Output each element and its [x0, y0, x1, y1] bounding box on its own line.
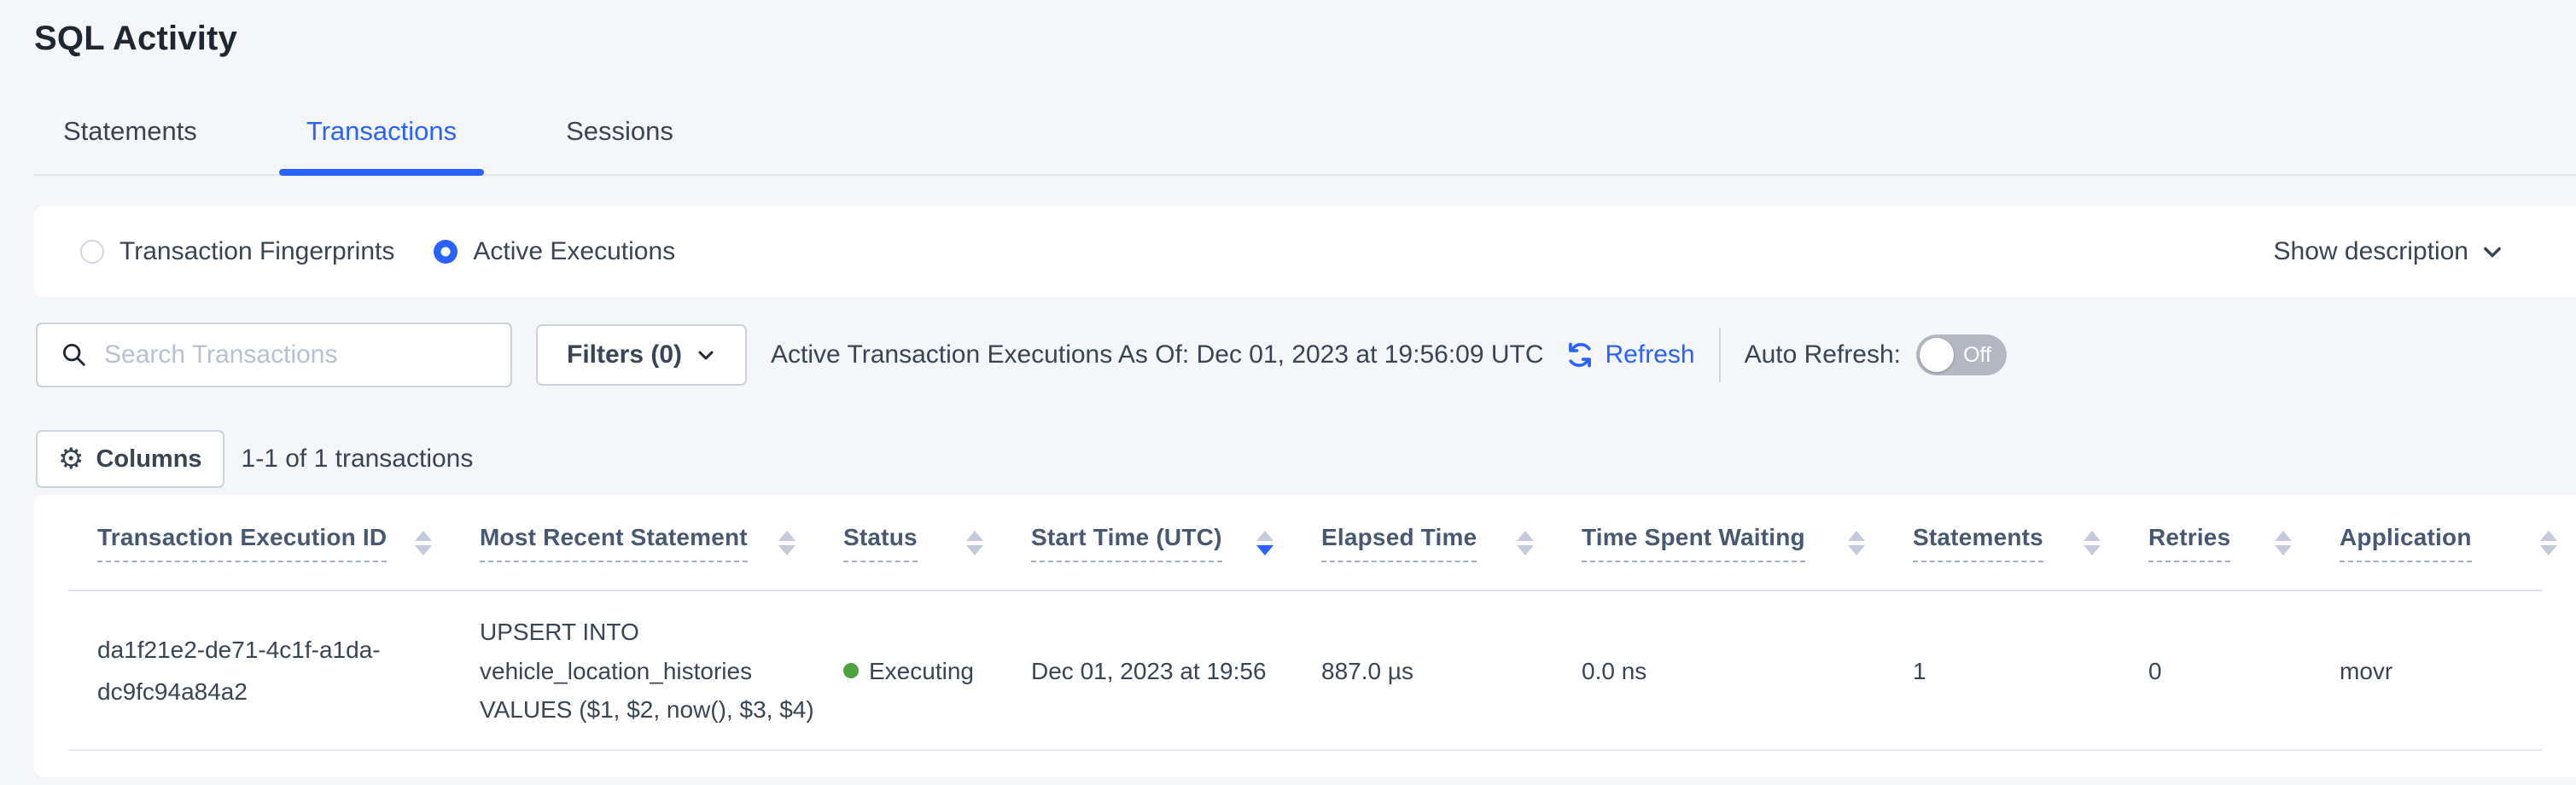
sort-icon[interactable] — [1517, 531, 1534, 555]
result-count: 1-1 of 1 transactions — [242, 445, 474, 474]
cell-time-spent-waiting: 0.0 ns — [1582, 652, 1913, 690]
column-header-status[interactable]: Status — [843, 524, 1031, 562]
column-header-label: Elapsed Time — [1321, 524, 1477, 562]
cell-most-recent-statement: UPSERT INTO vehicle_location_histories V… — [480, 613, 843, 729]
chevron-down-icon — [2480, 240, 2504, 264]
cell-start-time: Dec 01, 2023 at 19:56 — [1031, 652, 1321, 690]
column-header-label: Retries — [2148, 524, 2230, 562]
column-header-transaction-execution-id[interactable]: Transaction Execution ID — [97, 524, 480, 562]
column-header-label: Time Spent Waiting — [1582, 524, 1805, 562]
search-input[interactable] — [104, 340, 493, 369]
refresh-label: Refresh — [1606, 340, 1695, 369]
sort-icon[interactable] — [2540, 531, 2557, 555]
statement-value: UPSERT INTO vehicle_location_histories V… — [480, 613, 825, 729]
radio-transaction-fingerprints[interactable]: Transaction Fingerprints — [80, 237, 394, 266]
column-header-most-recent-statement[interactable]: Most Recent Statement — [480, 524, 843, 562]
cell-status: Executing — [843, 652, 1031, 690]
refresh-button[interactable]: Refresh — [1565, 340, 1695, 370]
column-header-label: Transaction Execution ID — [97, 524, 387, 562]
column-header-application[interactable]: Application — [2340, 524, 2576, 562]
tab-statements-label: Statements — [63, 116, 197, 147]
column-header-label: Status — [843, 524, 918, 562]
column-header-label: Application — [2340, 524, 2472, 562]
tab-transactions[interactable]: Transactions — [279, 89, 484, 174]
toolbar: Filters (0) Active Transaction Execution… — [34, 323, 2576, 387]
radio-unchecked-icon[interactable] — [80, 240, 104, 264]
tab-sessions-label: Sessions — [566, 116, 673, 147]
toolbar-divider — [1719, 328, 1721, 382]
radio-active-executions-label: Active Executions — [473, 237, 675, 266]
cell-retries: 0 — [2148, 652, 2340, 690]
table-controls: ⚙ Columns 1-1 of 1 transactions — [34, 430, 2576, 488]
auto-refresh-toggle[interactable]: Off — [1916, 334, 2007, 375]
sort-icon[interactable] — [966, 531, 983, 555]
columns-button-label: Columns — [96, 445, 201, 474]
sort-icon[interactable] — [778, 531, 796, 555]
cell-elapsed-time: 887.0 µs — [1321, 652, 1582, 690]
table-row[interactable]: da1f21e2-de71-4c1f-a1da-dc9fc94a84a2 UPS… — [34, 591, 2576, 751]
sql-activity-page: SQL Activity Statements Transactions Ses… — [0, 0, 2576, 785]
cell-transaction-execution-id: da1f21e2-de71-4c1f-a1da-dc9fc94a84a2 — [97, 630, 480, 712]
tab-sessions[interactable]: Sessions — [539, 89, 701, 174]
toggle-knob — [1920, 338, 1954, 372]
search-icon — [60, 340, 89, 369]
radio-active-executions[interactable]: Active Executions — [434, 237, 675, 266]
column-header-label: Statements — [1913, 524, 2043, 562]
cell-application: movr — [2340, 652, 2576, 690]
auto-refresh-state: Off — [1963, 343, 2007, 368]
status-executing-dot-icon — [843, 663, 859, 678]
column-header-statements[interactable]: Statements — [1913, 524, 2148, 562]
columns-button[interactable]: ⚙ Columns — [36, 430, 224, 488]
filters-button[interactable]: Filters (0) — [536, 324, 747, 386]
sort-icon[interactable] — [415, 531, 432, 555]
show-description-label: Show description — [2274, 237, 2468, 266]
search-box[interactable] — [36, 323, 512, 387]
auto-refresh-label: Auto Refresh: — [1745, 340, 1901, 369]
column-header-label: Most Recent Statement — [480, 524, 748, 562]
show-description-toggle[interactable]: Show description — [2274, 237, 2504, 266]
gear-icon: ⚙ — [58, 445, 84, 474]
refresh-icon — [1565, 340, 1595, 370]
radio-checked-icon[interactable] — [434, 240, 458, 264]
sort-icon-active-desc[interactable] — [1256, 531, 1273, 555]
sort-icon[interactable] — [2084, 531, 2101, 555]
column-header-retries[interactable]: Retries — [2148, 524, 2340, 562]
tab-transactions-label: Transactions — [306, 116, 457, 147]
page-title: SQL Activity — [34, 0, 2576, 58]
tab-statements[interactable]: Statements — [36, 89, 224, 174]
transaction-id-value: da1f21e2-de71-4c1f-a1da-dc9fc94a84a2 — [97, 630, 409, 712]
column-header-elapsed-time[interactable]: Elapsed Time — [1321, 524, 1582, 562]
column-header-label: Start Time (UTC) — [1031, 524, 1222, 562]
chevron-down-icon — [696, 345, 716, 365]
tab-bar: Statements Transactions Sessions — [34, 89, 2576, 176]
column-header-time-spent-waiting[interactable]: Time Spent Waiting — [1582, 524, 1913, 562]
sort-icon[interactable] — [1848, 531, 1865, 555]
column-header-start-time[interactable]: Start Time (UTC) — [1031, 524, 1321, 562]
radio-transaction-fingerprints-label: Transaction Fingerprints — [119, 237, 394, 266]
as-of-timestamp: Active Transaction Executions As Of: Dec… — [771, 340, 1543, 369]
status-value: Executing — [869, 652, 974, 690]
filters-button-label: Filters (0) — [567, 340, 682, 369]
transactions-table: Transaction Execution ID Most Recent Sta… — [34, 495, 2576, 776]
table-header-row: Transaction Execution ID Most Recent Sta… — [34, 495, 2576, 591]
cell-statements: 1 — [1913, 652, 2148, 690]
view-mode-card: Transaction Fingerprints Active Executio… — [34, 206, 2576, 297]
sort-icon[interactable] — [2275, 531, 2292, 555]
